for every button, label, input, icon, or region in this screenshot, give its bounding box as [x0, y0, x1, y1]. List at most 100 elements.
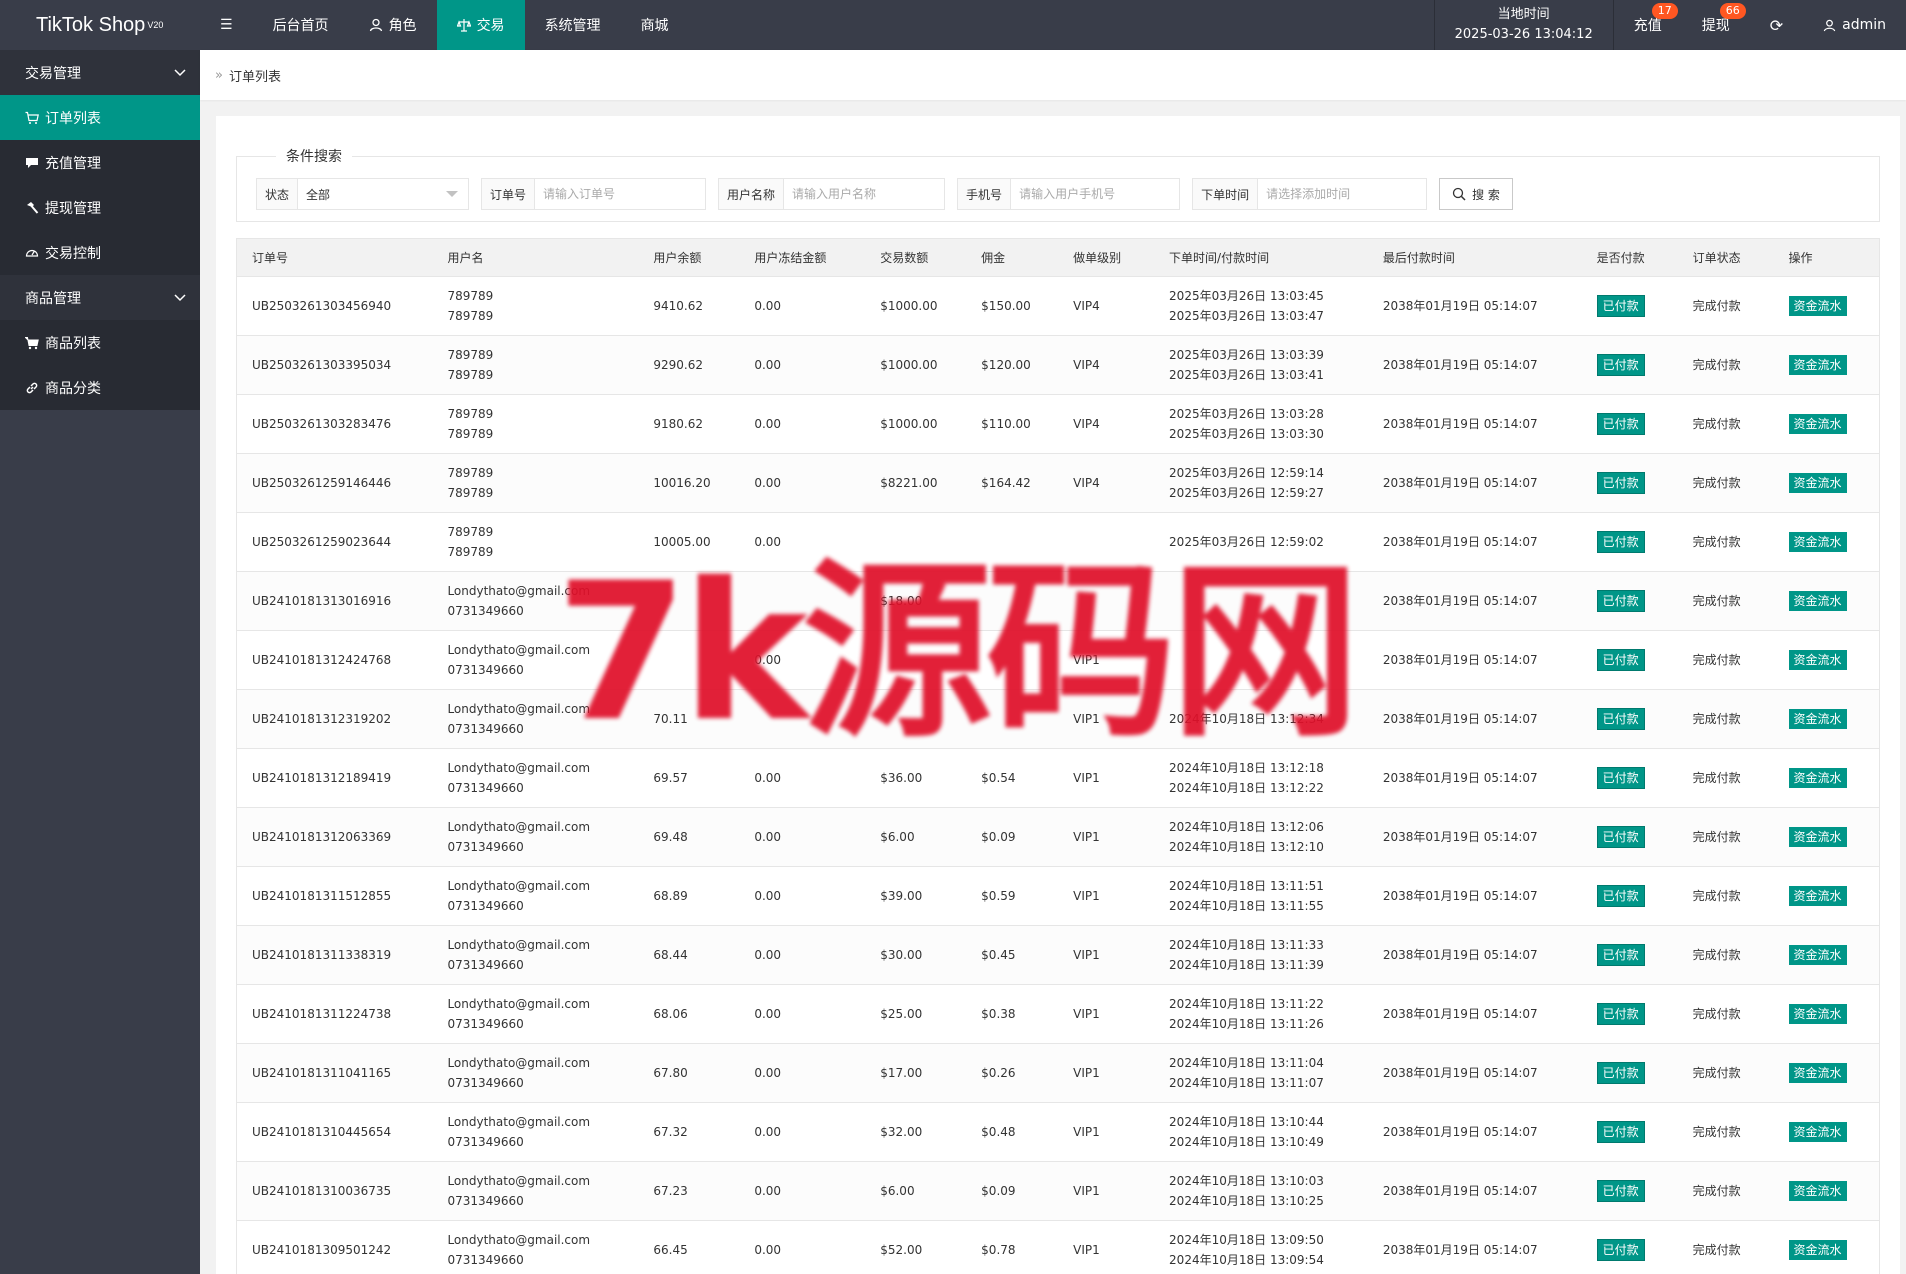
- fund-flow-button[interactable]: 资金流水: [1788, 1240, 1847, 1260]
- pay-time: 2025年03月26日 13:03:41: [1169, 368, 1324, 382]
- username-primary: Londythato@gmail.com: [447, 879, 591, 893]
- sidebar-item-order-list[interactable]: 订单列表: [0, 95, 200, 140]
- order-time: 2024年10月18日 13:10:44: [1169, 1115, 1324, 1129]
- amount-cell: [865, 689, 967, 749]
- sidebar-group-label: 交易管理: [25, 65, 81, 82]
- level-cell: VIP1: [1058, 866, 1155, 926]
- order-number-cell: UB2503261259023644: [236, 512, 433, 572]
- fund-flow-button[interactable]: 资金流水: [1788, 1181, 1847, 1201]
- caret-down-icon: [446, 191, 459, 197]
- commission-cell: $150.00: [966, 276, 1059, 336]
- order-number-input[interactable]: [535, 179, 706, 209]
- search-button[interactable]: 搜 索: [1439, 178, 1513, 210]
- commission-cell: $120.00: [966, 335, 1059, 395]
- username-input[interactable]: [784, 179, 945, 209]
- level-cell: VIP1: [1058, 1043, 1155, 1103]
- last-pay-time-cell: 2038年01月19日 05:14:07: [1367, 276, 1582, 336]
- order-time: 2024年10月18日 13:12:18: [1169, 761, 1324, 775]
- fund-flow-button[interactable]: 资金流水: [1788, 709, 1847, 729]
- menu-toggle-button[interactable]: ☰: [200, 0, 253, 50]
- order-number-cell: UB2410181310445654: [236, 1102, 433, 1162]
- username-secondary: 789789: [447, 368, 494, 382]
- chevron-down-icon: [174, 290, 186, 306]
- topnav-item-system[interactable]: 系统管理: [525, 0, 621, 50]
- balance-cell: 9410.62: [638, 276, 740, 336]
- level-cell: VIP4: [1058, 453, 1155, 513]
- order-number-cell: UB2410181311224738: [236, 984, 433, 1044]
- balance-cell: 68.89: [638, 866, 740, 926]
- fund-flow-button[interactable]: 资金流水: [1788, 1122, 1847, 1142]
- fund-flow-button[interactable]: 资金流水: [1788, 296, 1847, 316]
- order-status-cell: 完成付款: [1677, 630, 1774, 690]
- order-number-cell: UB2410181312319202: [236, 689, 433, 749]
- table-row: UB2410181312424768 Londythato@gmail.com 07…: [236, 630, 1880, 690]
- sidebar-item-withdraw[interactable]: 提现管理: [0, 185, 200, 230]
- hammer-icon: [27, 201, 39, 214]
- frozen-cell: [739, 571, 866, 631]
- refresh-button[interactable]: ⟳: [1750, 0, 1803, 50]
- order-time-input[interactable]: [1258, 179, 1427, 209]
- topnav-item-home[interactable]: 后台首页: [253, 0, 349, 50]
- paid-badge: 已付款: [1596, 649, 1645, 671]
- paid-badge: 已付款: [1596, 767, 1645, 789]
- order-status-cell: 完成付款: [1677, 1161, 1774, 1221]
- fund-flow-button[interactable]: 资金流水: [1788, 355, 1847, 375]
- sidebar-item-label: 商品分类: [45, 380, 101, 397]
- fund-flow-button[interactable]: 资金流水: [1788, 886, 1847, 906]
- phone-filter-label: 手机号: [958, 179, 1012, 209]
- withdraw-button[interactable]: 提现 66: [1682, 0, 1750, 50]
- order-status-cell: 完成付款: [1677, 984, 1774, 1044]
- fund-flow-button[interactable]: 资金流水: [1788, 650, 1847, 670]
- app-logo[interactable]: TikTok Shop V20: [0, 0, 200, 50]
- sidebar-item-trade-control[interactable]: 交易控制: [0, 230, 200, 275]
- search-panel: 条件搜索 状态 全部 订单号 用户名称 手机号 下单: [236, 146, 1880, 222]
- username-primary: 789789: [447, 289, 494, 303]
- order-time-cell: 2024年10月18日 13:12:34: [1154, 689, 1368, 749]
- sidebar-item-goods-category[interactable]: 商品分类: [0, 365, 200, 410]
- fund-flow-button[interactable]: 资金流水: [1788, 945, 1847, 965]
- order-time: 2024年10月18日 13:11:33: [1169, 938, 1324, 952]
- main-card: 条件搜索 状态 全部 订单号 用户名称 手机号 下单: [216, 116, 1900, 1274]
- fund-flow-button[interactable]: 资金流水: [1788, 1063, 1847, 1083]
- level-cell: VIP1: [1058, 630, 1155, 690]
- level-cell: [1058, 512, 1155, 572]
- order-filter-label: 订单号: [482, 179, 536, 209]
- amount-cell: $52.00: [865, 1220, 967, 1274]
- sidebar-group-goods[interactable]: 商品管理: [0, 275, 200, 320]
- commission-cell: $164.42: [966, 453, 1059, 513]
- sidebar-item-recharge[interactable]: 充值管理: [0, 140, 200, 185]
- commission-cell: $0.54: [966, 748, 1059, 808]
- username-filter-label: 用户名称: [719, 179, 785, 209]
- topnav-item-mall[interactable]: 商城: [621, 0, 689, 50]
- fund-flow-button[interactable]: 资金流水: [1788, 827, 1847, 847]
- username-secondary: 0731349660: [447, 604, 524, 618]
- topnav-item-trade[interactable]: 交易: [436, 0, 525, 50]
- fund-flow-button[interactable]: 资金流水: [1788, 532, 1847, 552]
- table-header-row: 订单号 用户名 用户余额 用户冻结金额 交易数额 佣金 做单级别 下单时间/付款时间 最后付款时…: [236, 238, 1880, 277]
- fund-flow-button[interactable]: 资金流水: [1788, 473, 1847, 493]
- fund-flow-button[interactable]: 资金流水: [1788, 1004, 1847, 1024]
- action-cell: 资金流水: [1773, 512, 1880, 572]
- username-primary: 789789: [447, 466, 494, 480]
- pay-time: 2024年10月18日 13:11:07: [1169, 1076, 1324, 1090]
- fund-flow-button[interactable]: 资金流水: [1788, 768, 1847, 788]
- user-menu[interactable]: admin: [1803, 0, 1906, 50]
- phone-input[interactable]: [1011, 179, 1180, 209]
- fund-flow-button[interactable]: 资金流水: [1788, 414, 1847, 434]
- frozen-cell: 0.00: [739, 1102, 866, 1162]
- fund-flow-button[interactable]: 资金流水: [1788, 591, 1847, 611]
- topnav-item-role[interactable]: 角色: [349, 0, 437, 50]
- breadcrumb-current[interactable]: 订单列表: [229, 66, 281, 85]
- sidebar-group-trade[interactable]: 交易管理: [0, 50, 200, 95]
- order-number-cell: UB2410181311338319: [236, 925, 433, 985]
- balance-cell: 69.48: [638, 807, 740, 867]
- username-primary: Londythato@gmail.com: [447, 997, 591, 1011]
- frozen-cell: 0.00: [739, 1161, 866, 1221]
- recharge-button[interactable]: 充值 17: [1614, 0, 1682, 50]
- commission-cell: [966, 689, 1059, 749]
- status-select[interactable]: 全部: [298, 179, 468, 209]
- username-cell: Londythato@gmail.com 0731349660: [432, 984, 639, 1044]
- order-time: 2024年10月18日 13:11:51: [1169, 879, 1324, 893]
- username-primary: Londythato@gmail.com: [447, 1056, 591, 1070]
- sidebar-item-goods-list[interactable]: 商品列表: [0, 320, 200, 365]
